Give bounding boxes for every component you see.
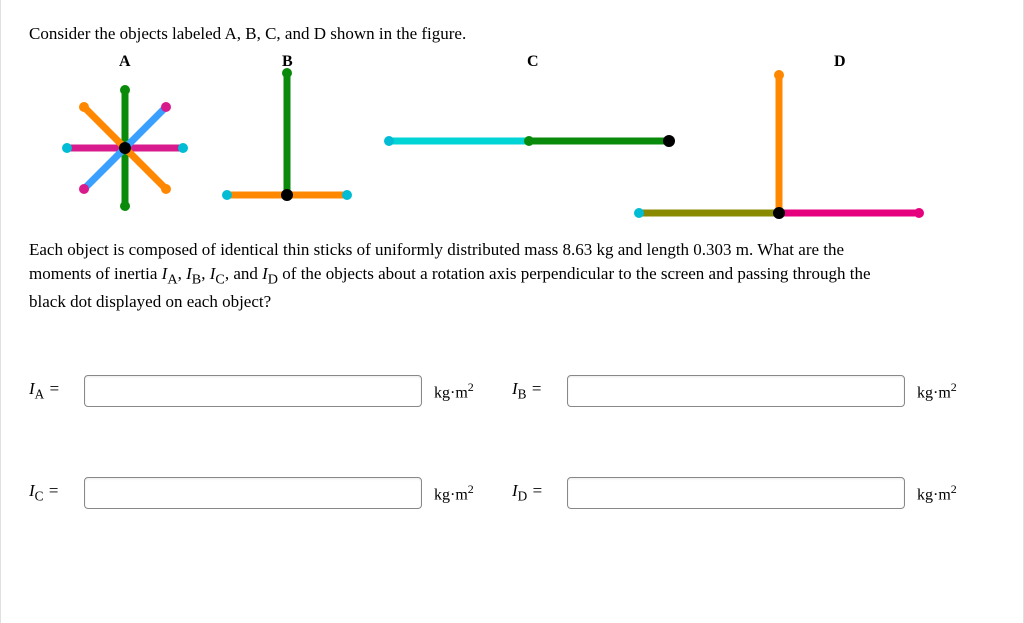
comma1: , (178, 264, 187, 283)
comma2: , (201, 264, 210, 283)
label-id: ID = (512, 481, 567, 504)
body-line-2-pre: moments of inertia (29, 264, 162, 283)
figure-svg (29, 53, 989, 238)
label-ib: IB = (512, 379, 567, 402)
answers-area: IA = kg·m2 IB = kg·m2 IC = kg·m2 ID = kg… (29, 375, 995, 509)
intro-text: Consider the objects labeled A, B, C, an… (29, 22, 995, 47)
label-b: B (282, 53, 293, 71)
body-text: Each object is composed of identical thi… (29, 238, 995, 315)
body-line-2-post: of the objects about a rotation axis per… (278, 264, 870, 283)
input-ic[interactable] (84, 477, 422, 509)
input-ia[interactable] (84, 375, 422, 407)
label-ia: IA = (29, 379, 84, 402)
and: , and (225, 264, 262, 283)
sub-d: D (268, 272, 278, 288)
label-c: C (527, 53, 539, 71)
label-ic: IC = (29, 481, 84, 504)
figure: A B C D (29, 53, 989, 238)
sub-c: C (215, 272, 224, 288)
sub-a: A (167, 272, 177, 288)
body-line-1: Each object is composed of identical thi… (29, 240, 844, 259)
unit-ic: kg·m2 (434, 482, 474, 504)
input-ib[interactable] (567, 375, 905, 407)
label-d: D (834, 53, 846, 71)
unit-ia: kg·m2 (434, 380, 474, 402)
body-line-3: black dot displayed on each object? (29, 292, 271, 311)
unit-ib: kg·m2 (917, 380, 957, 402)
input-id[interactable] (567, 477, 905, 509)
unit-id: kg·m2 (917, 482, 957, 504)
sub-b: B (192, 272, 201, 288)
label-a: A (119, 53, 131, 71)
